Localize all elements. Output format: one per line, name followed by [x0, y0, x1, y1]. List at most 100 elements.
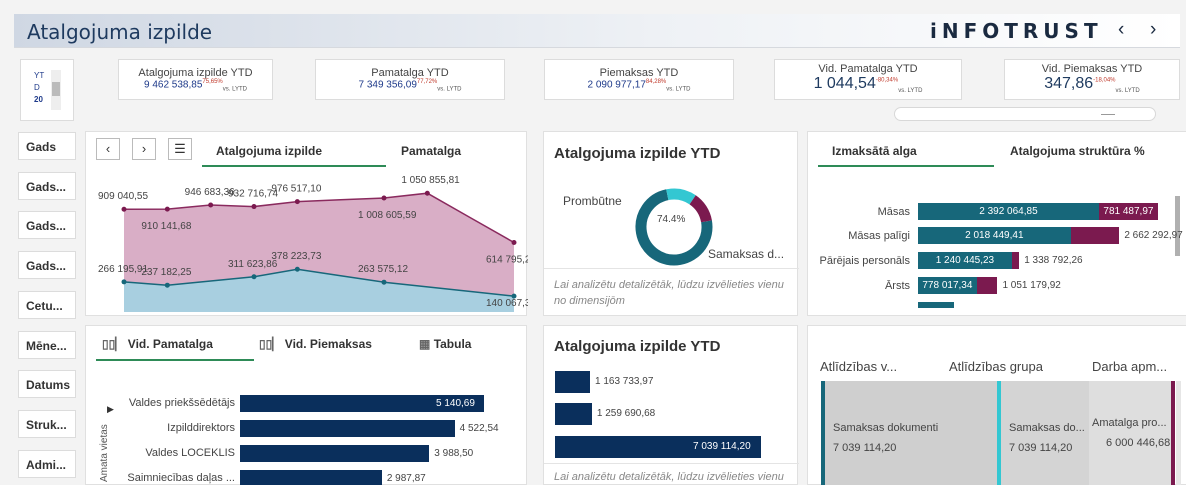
chart-prev-button[interactable]: ‹ [96, 138, 120, 160]
kpi-label: Pamatalga YTD [371, 67, 449, 79]
sankey-node-label: Samaksas do... [1009, 422, 1085, 434]
kpi-label: Vid. Piemaksas YTD [1041, 63, 1143, 75]
bar [240, 470, 382, 485]
sankey-scrollbar[interactable] [1176, 381, 1181, 485]
period-option[interactable]: YT [34, 70, 44, 82]
sankey-flow[interactable] [1089, 381, 1171, 485]
kpi-delta: -18,04% [1093, 77, 1116, 84]
filter-menesis[interactable]: Mēne... [18, 331, 76, 359]
chart-next-button[interactable]: › [132, 138, 156, 160]
bar-category-label: Māsas [877, 206, 910, 218]
donut-label-prombutne: Prombūtne [563, 194, 622, 208]
period-selector[interactable]: YT D 20 [20, 59, 74, 121]
filter-administracija[interactable]: Admi... [18, 450, 76, 478]
donut-hint: Lai analizētu detalizētāk, lūdzu izvēlie… [554, 279, 784, 307]
filter-gads-2[interactable]: Gads... [18, 172, 76, 200]
bar-value-label: 3 988,50 [434, 448, 474, 459]
line-chart-panel: ‹ › ☰ Atalgojuma izpilde Pamatalga 909 0… [85, 131, 528, 316]
data-label: 311 623,86 [228, 259, 278, 270]
data-point [164, 206, 170, 212]
sankey-node-value: 6 000 446,68 [1106, 437, 1171, 449]
filter-ceturksnis[interactable]: Cetu... [18, 291, 76, 319]
bar-category-label: Izpilddirektors [167, 422, 235, 434]
bar-value-label: 781 487,97 [1103, 206, 1154, 217]
bar-category-label: Valdes priekšsēdētājs [128, 397, 235, 409]
bar [555, 403, 592, 425]
donut-label-samaksas: Samaksas d... [708, 247, 785, 261]
filter-gads-3[interactable]: Gads... [18, 211, 76, 239]
prev-sheet-button[interactable]: ‹ [1118, 19, 1124, 41]
structure-panel: Izmaksātā alga Atalgojuma struktūra % Mā… [807, 131, 1186, 316]
data-label: 910 141,68 [141, 221, 191, 232]
data-point [424, 190, 430, 196]
data-label: 614 795,26 [486, 255, 528, 266]
kpi-delta: 75,65% [202, 79, 223, 85]
bar-value-label: 778 017,34 [922, 280, 973, 291]
bar-segment-primary: 1 240 445,23 [918, 252, 1012, 269]
bar-segment-secondary: 781 487,97 [1098, 203, 1158, 220]
data-label: 1 008 605,59 [358, 210, 417, 221]
bar-segment-primary [918, 302, 954, 308]
kpi-vs: vs. LYTD [666, 86, 691, 93]
filter-struktura[interactable]: Struk... [18, 410, 76, 438]
data-label: 140 067,37 [486, 298, 528, 309]
period-option-selected[interactable]: 20 [34, 94, 44, 106]
data-point [511, 240, 517, 246]
bar-category-label: Māsas palīgi [848, 230, 910, 242]
bar-value-label: 1 259 690,68 [596, 408, 656, 419]
kpi-vs: vs. LYTD [898, 88, 923, 95]
bar-value-label: 4 522,54 [459, 423, 499, 434]
area-chart: 909 040,55910 141,68946 683,36932 716,74… [98, 175, 528, 312]
bar-total-label: 2 662 292,97 [1124, 230, 1183, 241]
slider-handle[interactable] [1101, 114, 1115, 115]
tab-atalgojuma-izpilde[interactable]: Atalgojuma izpilde [216, 144, 322, 158]
tab-pamatalga[interactable]: Pamatalga [401, 144, 461, 158]
kpi-label: Piemaksas YTD [599, 67, 679, 79]
next-sheet-button[interactable]: › [1150, 19, 1156, 41]
bar-segment-secondary [1070, 227, 1120, 244]
data-point [164, 282, 170, 288]
bar-value-label: 1 163 733,97 [595, 376, 654, 387]
data-point [251, 274, 257, 280]
filter-gads-4[interactable]: Gads... [18, 251, 76, 279]
data-label: 1 050 855,81 [401, 175, 460, 186]
kpi-value: 2 090 977,17 [587, 79, 646, 91]
bar-category-label: Pārējais personāls [819, 255, 911, 267]
kpi-atalgojuma: Atalgojuma izpilde YTD 9 462 538,8575,65… [118, 59, 273, 100]
sankey-node-bar[interactable] [1171, 381, 1175, 485]
filter-datums[interactable]: Datums [18, 370, 76, 398]
bar-value-label: 7 039 114,20 [693, 441, 751, 452]
bar-segment-secondary [976, 277, 998, 294]
data-point [121, 206, 127, 212]
kpi-piemaksas: Piemaksas YTD 2 090 977,1784,28%vs. LYTD [544, 59, 734, 100]
donut-chart [635, 188, 713, 266]
bar-segment-primary: 778 017,34 [918, 277, 977, 294]
bar-value-label: 1 240 445,23 [935, 255, 995, 266]
bar-category-label: Saimniecības daļas ... [127, 472, 235, 484]
list-icon[interactable]: ☰ [168, 138, 192, 160]
bar [240, 445, 430, 462]
dashboard: { "header":{"title":"Atalgojuma izpilde"… [0, 0, 1186, 485]
data-point [381, 195, 387, 201]
date-range-slider[interactable] [894, 107, 1156, 121]
data-point [251, 204, 257, 210]
kpi-delta: 77,72% [416, 79, 438, 85]
data-point [294, 199, 300, 205]
sankey-header-1: Atlīdzības v... [820, 359, 898, 374]
data-label: 378 223,73 [271, 251, 321, 262]
period-option[interactable]: D [34, 82, 44, 94]
kpi-value: 347,86 [1044, 75, 1094, 92]
donut-title: Atalgojuma izpilde YTD [554, 145, 721, 162]
kpi-vid-pamatalga: Vid. Pamatalga YTD 1 044,54-80,34% vs. LY… [774, 59, 962, 100]
title-bar: Atalgojuma izpilde iNFOTRUST ‹ › [14, 14, 1180, 48]
scrollbar-thumb[interactable] [52, 82, 60, 96]
sankey-node-label: Samaksas dokumenti [833, 422, 939, 434]
filter-gads[interactable]: Gads [18, 132, 76, 160]
bar-segment-secondary [1011, 252, 1020, 269]
kpi-value: 7 349 356,09 [358, 79, 417, 91]
kpi-vs: vs. LYTD [222, 86, 247, 93]
kpi-delta: -80,34% [875, 77, 899, 84]
period-scrollbar[interactable] [51, 70, 61, 110]
data-label: 237 182,25 [141, 267, 191, 278]
sankey-panel: Atlīdzības v... Atlīdzības grupa Darba a… [807, 325, 1186, 485]
